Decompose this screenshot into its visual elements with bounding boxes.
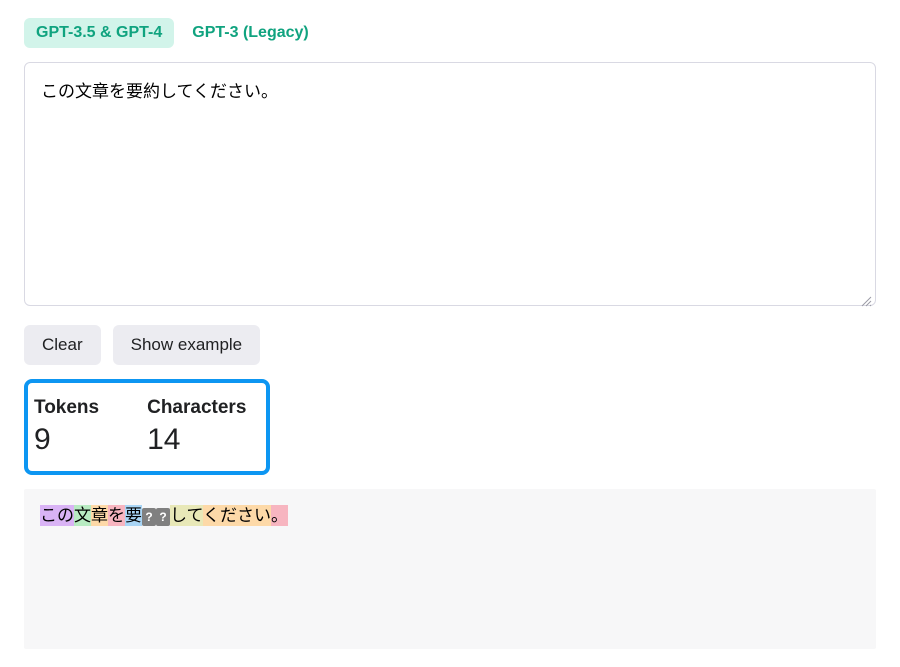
unknown-token-icon: ? [142, 508, 156, 526]
clear-button[interactable]: Clear [24, 325, 101, 365]
button-row: Clear Show example [24, 325, 876, 365]
stats-box: Tokens 9 Characters 14 [24, 379, 270, 475]
text-input[interactable] [24, 62, 876, 306]
characters-label: Characters [147, 397, 246, 419]
textarea-container [24, 62, 876, 311]
characters-value: 14 [147, 423, 246, 457]
token-segment: を [108, 505, 125, 526]
token-segment: 。 [271, 505, 288, 526]
token-visualization: この文章を要??してください。 [24, 489, 876, 649]
tab-gpt3-legacy[interactable]: GPT-3 (Legacy) [180, 18, 320, 48]
model-tabs: GPT-3.5 & GPT-4 GPT-3 (Legacy) [24, 18, 876, 48]
token-segment: この [40, 505, 74, 526]
token-segment: ください [203, 505, 271, 526]
tab-gpt35-gpt4[interactable]: GPT-3.5 & GPT-4 [24, 18, 174, 48]
show-example-button[interactable]: Show example [113, 325, 261, 365]
characters-stat: Characters 14 [147, 397, 246, 457]
token-segment: して [170, 505, 203, 526]
unknown-token-icon: ? [156, 508, 170, 526]
token-segment: 文 [74, 505, 91, 526]
token-segment: 要 [125, 505, 142, 526]
tokens-stat: Tokens 9 [34, 397, 99, 457]
token-segment: 章 [91, 505, 108, 526]
tokens-label: Tokens [34, 397, 99, 419]
tokens-value: 9 [34, 423, 99, 457]
